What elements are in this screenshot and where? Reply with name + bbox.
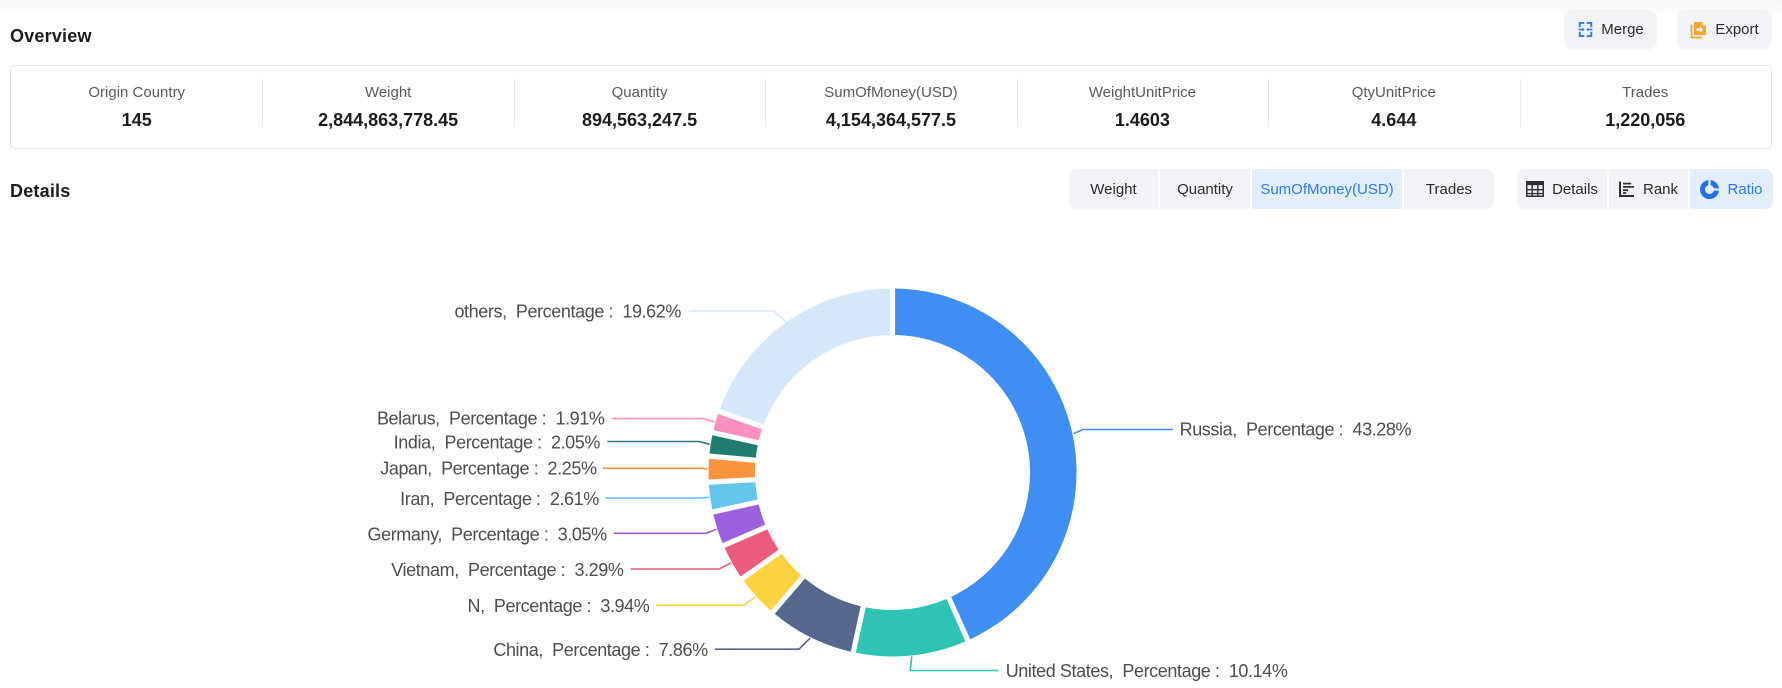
svg-text:India, Percentage : 2.05%: India, Percentage : 2.05% xyxy=(394,433,601,453)
svg-text:Russia, Percentage : 43.28%: Russia, Percentage : 43.28% xyxy=(1180,420,1412,440)
svg-text:United States, Percentage :: United States, Percentage : 10.14% xyxy=(1006,661,1288,681)
svg-text:Japan, Percentage : 2.25%: Japan, Percentage : 2.25% xyxy=(380,459,597,479)
svg-text:Vietnam, Percentage : 3.29%: Vietnam, Percentage : 3.29% xyxy=(391,560,624,580)
svg-text:Germany, Percentage : 3.05%: Germany, Percentage : 3.05% xyxy=(367,524,607,544)
svg-text:N, Percentage : 3.94%: N, Percentage : 3.94% xyxy=(467,596,649,616)
svg-text:Belarus, Percentage : 1.91%: Belarus, Percentage : 1.91% xyxy=(377,409,605,429)
svg-text:Iran, Percentage : 2.61%: Iran, Percentage : 2.61% xyxy=(400,489,599,509)
svg-text:China, Percentage : 7.86%: China, Percentage : 7.86% xyxy=(493,640,708,660)
svg-text:others, Percentage : 19.62%: others, Percentage : 19.62% xyxy=(454,302,681,322)
